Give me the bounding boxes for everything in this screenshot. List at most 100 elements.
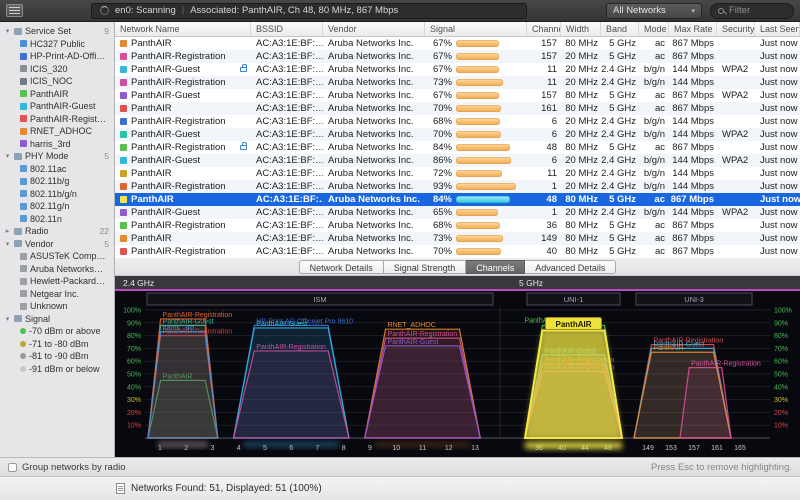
column-header-network-name[interactable]: Network Name — [115, 22, 251, 36]
signal-bar — [456, 92, 499, 99]
network-row[interactable]: PanthAIR-GuestAC:A3:1E:BF:…Aruba Network… — [115, 63, 800, 76]
column-header-band[interactable]: Band — [601, 22, 639, 36]
channels-spectrum-chart[interactable]: ISMUNI-1UNI-3100%100%90%90%80%80%70%70%6… — [115, 291, 800, 455]
network-row[interactable]: PanthAIRAC:A3:1E:BF:…Aruba Networks Inc.… — [115, 193, 800, 206]
cell-vendor: Aruba Networks Inc. — [323, 76, 425, 89]
signal-percent: 67% — [430, 90, 456, 101]
network-color-icon — [120, 66, 127, 73]
column-header-last-seen[interactable]: Last Seen — [755, 22, 800, 36]
tab-network-details[interactable]: Network Details — [299, 260, 384, 274]
cell-mode: ac — [639, 50, 669, 63]
cell-channel: 40 — [527, 245, 561, 258]
sidebar-item-802-11b-g-n[interactable]: 802.11b/g/n — [0, 188, 114, 201]
cell-security: WPA2 — [717, 206, 755, 219]
sidebar-item-harris-3rd[interactable]: harris_3rd — [0, 138, 114, 151]
network-row[interactable]: PanthAIRAC:A3:1E:BF:…Aruba Networks Inc.… — [115, 167, 800, 180]
column-header-max-rate[interactable]: Max Rate — [669, 22, 717, 36]
network-row[interactable]: PanthAIRAC:A3:1E:BF:…Aruba Networks Inc.… — [115, 232, 800, 245]
disclosure-triangle-icon[interactable]: ▾ — [4, 240, 11, 248]
signal-bar — [456, 196, 510, 203]
column-header-vendor[interactable]: Vendor — [323, 22, 425, 36]
network-row[interactable]: PanthAIR-RegistrationAC:A3:1E:BF:…Aruba … — [115, 115, 800, 128]
sidebar-item-asustek-comp[interactable]: ASUSTeK Comp… — [0, 250, 114, 263]
sidebar-item-label: -71 to -80 dBm — [29, 339, 89, 349]
disclosure-triangle-icon[interactable]: ▾ — [4, 315, 11, 323]
cell-security — [717, 102, 755, 115]
signal-percent: 68% — [430, 220, 456, 231]
sidebar-group-service-set[interactable]: ▾Service Set9 — [0, 25, 114, 38]
svg-text:8: 8 — [342, 445, 346, 452]
disclosure-triangle-icon[interactable]: ▾ — [4, 27, 11, 35]
sidebar-item-icis-noc[interactable]: ICIS_NOC — [0, 75, 114, 88]
network-row[interactable]: PanthAIR-GuestAC:A3:1E:BF:…Aruba Network… — [115, 154, 800, 167]
column-header-channel[interactable]: Channel — [527, 22, 561, 36]
disclosure-triangle-icon[interactable]: ▾ — [4, 152, 11, 160]
network-row[interactable]: PanthAIR-RegistrationAC:A3:1E:BF:…Aruba … — [115, 180, 800, 193]
network-row[interactable]: PanthAIRAC:A3:1E:BF:…Aruba Networks Inc.… — [115, 37, 800, 50]
channels-graph: 2.4 GHz 5 GHz ISMUNI-1UNI-3100%100%90%90… — [115, 276, 800, 457]
column-header-security[interactable]: Security — [717, 22, 755, 36]
sidebar-item-70-dbm-or-above[interactable]: -70 dBm or above — [0, 325, 114, 338]
network-curve-highlighted[interactable] — [525, 330, 622, 438]
sidebar-item-802-11b-g[interactable]: 802.11b/g — [0, 175, 114, 188]
sidebar-item-unknown[interactable]: Unknown — [0, 300, 114, 313]
sidebar-item-panthair-regist[interactable]: PanthAIR-Regist… — [0, 113, 114, 126]
network-color-icon — [20, 203, 27, 210]
cell-band: 2.4 GHz — [601, 115, 639, 128]
sidebar-item-hewlett-packard[interactable]: Hewlett-Packard… — [0, 275, 114, 288]
sidebar-item-panthair-guest[interactable]: PanthAIR-Guest — [0, 100, 114, 113]
network-row[interactable]: PanthAIR-RegistrationAC:A3:1E:BF:…Aruba … — [115, 245, 800, 258]
tab-channels[interactable]: Channels — [466, 260, 525, 274]
tab-advanced-details[interactable]: Advanced Details — [525, 260, 616, 274]
group-by-radio-checkbox[interactable] — [8, 463, 17, 472]
network-row[interactable]: PanthAIRAC:A3:1E:BF:…Aruba Networks Inc.… — [115, 102, 800, 115]
search-icon — [718, 8, 724, 14]
sidebar-item-81-to-90-dbm[interactable]: -81 to -90 dBm — [0, 350, 114, 363]
column-header-width[interactable]: Width — [561, 22, 601, 36]
sidebar-item-netgear-inc[interactable]: Netgear Inc. — [0, 288, 114, 301]
sidebar-item-icis-320[interactable]: ICIS_320 — [0, 63, 114, 76]
sidebar-item-802-11g-n[interactable]: 802.11g/n — [0, 200, 114, 213]
sidebar-toggle-icon[interactable] — [6, 4, 23, 17]
sidebar-item-802-11ac[interactable]: 802.11ac — [0, 163, 114, 176]
network-row[interactable]: PanthAIR-GuestAC:A3:1E:BF:…Aruba Network… — [115, 206, 800, 219]
sidebar-item-71-to-80-dbm[interactable]: -71 to -80 dBm — [0, 338, 114, 351]
tab-signal-strength[interactable]: Signal Strength — [384, 260, 467, 274]
sidebar-group-radio[interactable]: ▸Radio22 — [0, 225, 114, 238]
cell-mode: b/g/n — [639, 76, 669, 89]
sidebar-item-hp-print-ad-offi[interactable]: HP-Print-AD-Offi… — [0, 50, 114, 63]
cell-mode: b/g/n — [639, 206, 669, 219]
signal-bar-track — [456, 157, 527, 164]
column-header-mode[interactable]: Mode — [639, 22, 669, 36]
network-row[interactable]: PanthAIR-GuestAC:A3:1E:BF:…Aruba Network… — [115, 89, 800, 102]
network-row[interactable]: PanthAIR-RegistrationAC:A3:1E:BF:…Aruba … — [115, 50, 800, 63]
cell-max-rate: 144 Mbps — [669, 63, 717, 76]
sidebar-group-vendor[interactable]: ▾Vendor5 — [0, 238, 114, 251]
group-label: Vendor — [25, 239, 101, 249]
cell-max-rate: 144 Mbps — [669, 154, 717, 167]
column-header-bssid[interactable]: BSSID — [251, 22, 323, 36]
cell-max-rate: 144 Mbps — [669, 115, 717, 128]
network-row[interactable]: PanthAIR-GuestAC:A3:1E:BF:…Aruba Network… — [115, 128, 800, 141]
sidebar-group-phy-mode[interactable]: ▾PHY Mode5 — [0, 150, 114, 163]
cell-band: 5 GHz — [601, 102, 639, 115]
network-color-icon — [20, 40, 27, 47]
sidebar-item-aruba-networks[interactable]: Aruba Networks… — [0, 263, 114, 276]
sidebar-item-hc327-public[interactable]: HC327 Public — [0, 38, 114, 51]
network-color-icon — [120, 131, 127, 138]
sidebar-item-label: Hewlett-Packard… — [30, 276, 105, 286]
signal-bar-track — [456, 235, 527, 242]
cell-vendor: Aruba Networks Inc. — [323, 115, 425, 128]
disclosure-triangle-icon[interactable]: ▸ — [4, 227, 11, 235]
sidebar-item-802-11n[interactable]: 802.11n — [0, 213, 114, 226]
column-header-signal[interactable]: Signal — [425, 22, 527, 36]
sidebar-item-panthair[interactable]: PanthAIR — [0, 88, 114, 101]
network-row[interactable]: PanthAIR-RegistrationAC:A3:1E:BF:…Aruba … — [115, 76, 800, 89]
network-row[interactable]: PanthAIR-RegistrationAC:A3:1E:BF:…Aruba … — [115, 141, 800, 154]
network-row[interactable]: PanthAIR-RegistrationAC:A3:1E:BF:…Aruba … — [115, 219, 800, 232]
network-scope-dropdown[interactable]: All Networks ▾ — [606, 3, 702, 19]
filter-input[interactable]: Filter — [710, 3, 794, 19]
sidebar-item-91-dbm-or-below[interactable]: -91 dBm or below — [0, 363, 114, 376]
sidebar-item-rnet-adhoc[interactable]: RNET_ADHOC — [0, 125, 114, 138]
sidebar-group-signal[interactable]: ▾Signal — [0, 313, 114, 326]
